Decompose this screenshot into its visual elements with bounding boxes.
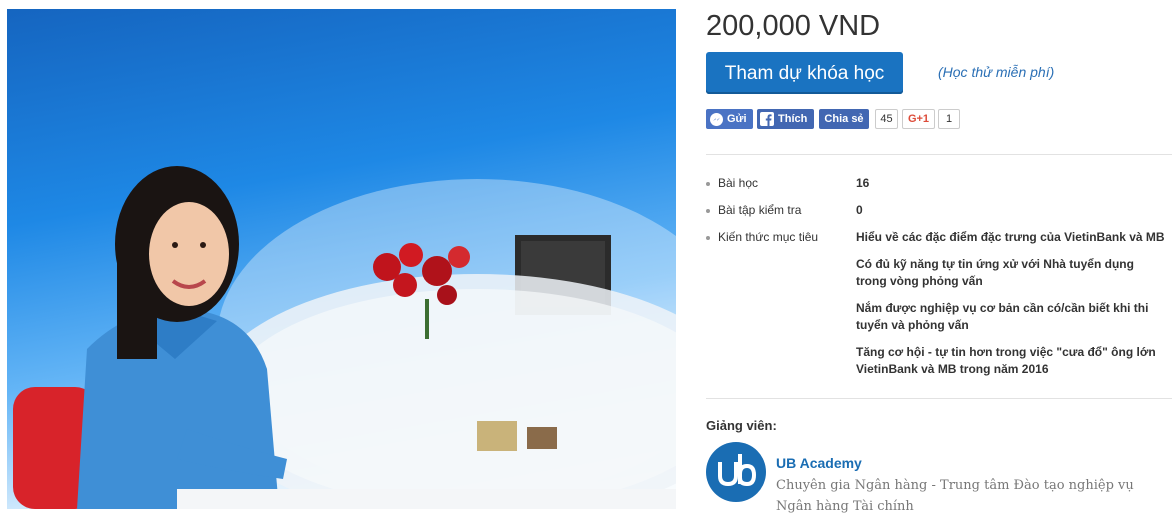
instructor-description: Chuyên gia Ngân hàng - Trung tâm Đào tạo… (776, 478, 1134, 514)
enroll-button[interactable]: Tham dự khóa học (706, 52, 903, 94)
facebook-share-button[interactable]: Chia sẻ (819, 109, 869, 129)
tests-label: Bài tập kiểm tra (718, 203, 802, 217)
google-plus-count: 1 (938, 109, 960, 129)
objective-item: Tăng cơ hội - tự tin hơn trong việc "cưa… (856, 345, 1156, 376)
bullet-icon (706, 209, 710, 213)
google-plus-button[interactable]: G+1 (902, 109, 935, 129)
ub-logo-icon (718, 454, 757, 487)
lessons-value: 16 (856, 176, 870, 190)
share-count: 45 (875, 109, 898, 129)
like-label: Thích (778, 113, 808, 125)
objective-item: Hiểu về các đặc điểm đặc trưng của Vieti… (856, 230, 1165, 244)
lessons-label: Bài học (718, 176, 759, 190)
objective-item: Có đủ kỹ năng tự tin ứng xử với Nhà tuyể… (856, 257, 1134, 288)
send-label: Gửi (727, 113, 747, 125)
facebook-icon (760, 112, 774, 126)
bullet-icon (706, 236, 710, 240)
share-label: Chia sẻ (824, 113, 864, 125)
course-price: 200,000 VND (706, 10, 881, 42)
tests-value: 0 (856, 203, 863, 217)
divider (706, 154, 1172, 155)
objectives-label: Kiến thức mục tiêu (718, 230, 819, 244)
instructor-section-label: Giảng viên: (706, 418, 777, 433)
instructor-name-link[interactable]: UB Academy (776, 455, 862, 471)
course-hero-image (7, 9, 676, 509)
free-trial-link[interactable]: (Học thử miễn phí) (938, 64, 1054, 80)
messenger-icon (709, 112, 723, 126)
messenger-send-button[interactable]: Gửi (706, 109, 753, 129)
facebook-like-button[interactable]: Thích (757, 109, 814, 129)
divider (706, 398, 1172, 399)
objective-item: Nắm được nghiệp vụ cơ bản cần có/cần biế… (856, 301, 1149, 332)
instructor-avatar[interactable] (706, 442, 766, 502)
hero-illustration (13, 166, 676, 509)
google-plus-label: G+1 (907, 113, 930, 125)
bullet-icon (706, 182, 710, 186)
